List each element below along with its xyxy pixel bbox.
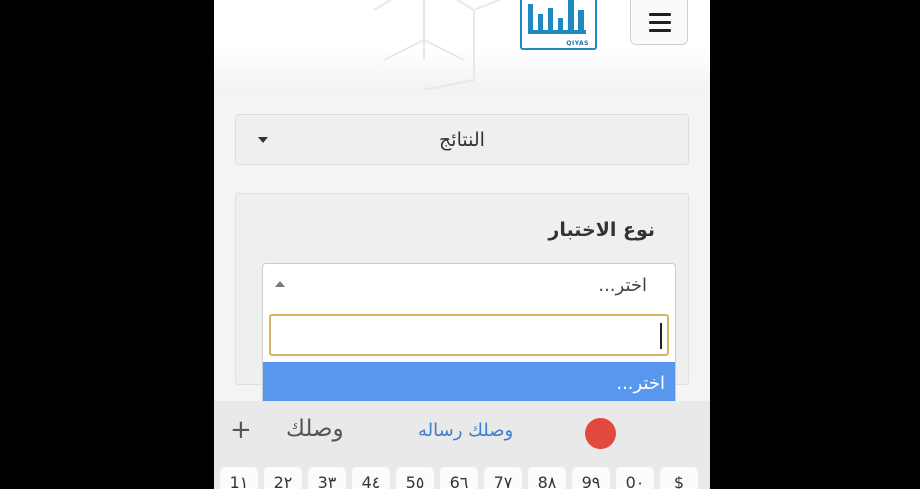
menu-button[interactable] (630, 0, 688, 45)
phone-screen: QIYAS النتائج نوع الاختبار اختر... اختر.… (214, 0, 710, 489)
suggestion-word[interactable]: وصلك (286, 416, 344, 442)
hamburger-icon (649, 29, 671, 32)
key-0[interactable]: 0٠ (616, 467, 654, 489)
key-7[interactable]: 7٧ (484, 467, 522, 489)
key-3[interactable]: 3٣ (308, 467, 346, 489)
caret-up-icon (275, 281, 285, 287)
plus-icon[interactable]: + (230, 415, 252, 445)
test-type-title: نوع الاختبار (548, 219, 655, 241)
record-dot-icon[interactable] (585, 418, 616, 449)
key-1[interactable]: 1١ (220, 467, 258, 489)
key-8[interactable]: 8٨ (528, 467, 566, 489)
site-header: QIYAS (214, 0, 710, 90)
select-dropdown: اختر... (262, 308, 676, 408)
test-type-select[interactable]: اختر... (262, 263, 676, 309)
key-dollar[interactable]: $ (660, 467, 698, 489)
text-cursor (660, 323, 662, 349)
logo-text: QIYAS (566, 40, 589, 47)
number-key-row: 1١ 2٢ 3٣ 4٤ 5٥ 6٦ 7٧ 8٨ 9٩ 0٠ $ (220, 467, 710, 489)
option-label: اختر... (616, 373, 665, 394)
key-5[interactable]: 5٥ (396, 467, 434, 489)
key-6[interactable]: 6٦ (440, 467, 478, 489)
dropdown-search-input[interactable] (269, 314, 669, 356)
suggestion-bar: + وصلك وصلك رساله (214, 401, 710, 461)
results-label: النتائج (439, 129, 485, 151)
suggestion-phrase[interactable]: وصلك رساله (418, 420, 513, 441)
keyboard: + وصلك وصلك رساله 1١ 2٢ 3٣ 4٤ 5٥ 6٦ 7٧ 8… (214, 401, 710, 489)
key-4[interactable]: 4٤ (352, 467, 390, 489)
key-2[interactable]: 2٢ (264, 467, 302, 489)
hamburger-icon (649, 21, 671, 24)
qiyas-logo-icon (528, 0, 586, 34)
select-value: اختر... (598, 275, 647, 296)
results-dropdown[interactable]: النتائج (235, 114, 689, 165)
key-9[interactable]: 9٩ (572, 467, 610, 489)
qiyas-logo[interactable]: QIYAS (520, 0, 597, 50)
hamburger-icon (649, 13, 671, 16)
